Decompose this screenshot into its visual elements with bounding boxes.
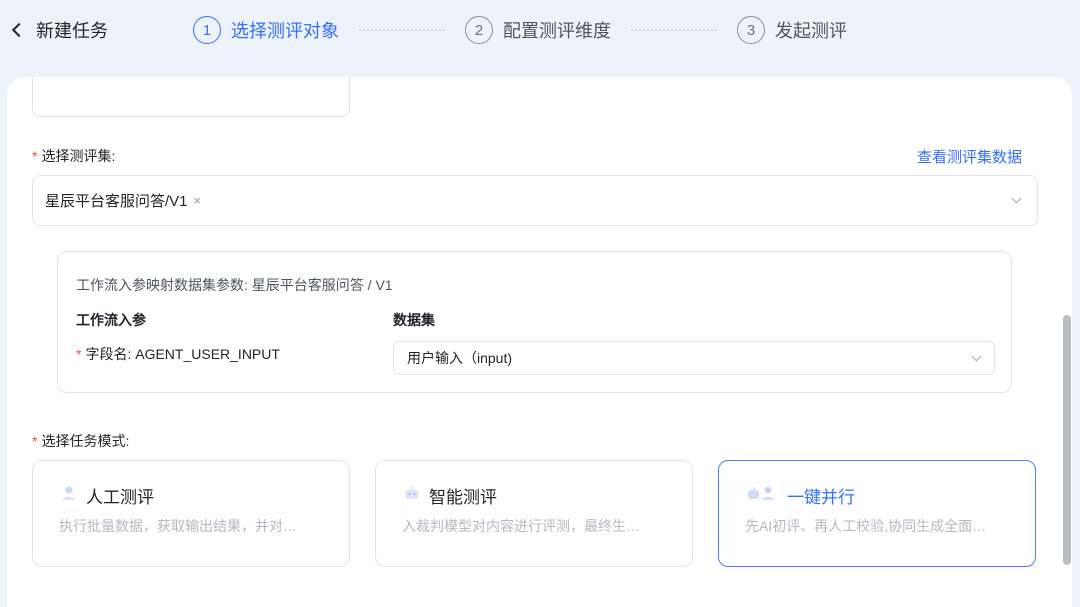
robot-user-icon <box>748 486 774 500</box>
user-icon <box>62 486 76 500</box>
eval-set-label-text: 选择测评集: <box>41 148 116 164</box>
column-header-dataset: 数据集 <box>393 312 435 328</box>
step-2[interactable]: 2 配置测评维度 <box>465 16 611 44</box>
mode-description: 入裁判模型对内容进行评测，最终生… <box>402 518 640 534</box>
step-label: 配置测评维度 <box>503 21 611 41</box>
step-number: 3 <box>737 16 765 44</box>
step-divider <box>359 29 445 31</box>
field-name: * 字段名: AGENT_USER_INPUT <box>76 344 280 364</box>
mode-card-ai[interactable]: 智能测评 入裁判模型对内容进行评测，最终生… <box>375 460 693 567</box>
selected-tag: 星辰平台客服问答/V1 × <box>45 190 201 211</box>
close-icon[interactable]: × <box>194 193 202 208</box>
form-card: * 选择测评集: 查看测评集数据 星辰平台客服问答/V1 × 工作流入参映射数据集… <box>7 77 1072 607</box>
robot-icon <box>405 486 419 499</box>
column-header-input: 工作流入参 <box>76 312 146 328</box>
eval-set-select[interactable]: 星辰平台客服问答/V1 × <box>32 175 1038 226</box>
step-number: 2 <box>465 16 493 44</box>
required-mark: * <box>32 433 38 449</box>
stepper: 1 选择测评对象 2 配置测评维度 3 发起测评 <box>193 16 847 44</box>
scrollbar[interactable] <box>1063 315 1071 565</box>
step-label: 选择测评对象 <box>231 21 339 41</box>
step-3[interactable]: 3 发起测评 <box>737 16 847 44</box>
dataset-field-select[interactable]: 用户输入（input) <box>393 341 995 375</box>
selected-tag-label: 星辰平台客服问答/V1 <box>45 193 188 210</box>
eval-set-label: * 选择测评集: <box>32 146 115 166</box>
chevron-down-icon <box>1011 193 1022 204</box>
mode-name: 智能测评 <box>429 488 497 507</box>
mode-description: 执行批量数据，获取输出结果，并对… <box>59 518 297 534</box>
step-number: 1 <box>193 16 221 44</box>
chevron-left-icon <box>11 22 27 38</box>
top-bar: 新建任务 1 选择测评对象 2 配置测评维度 3 发起测评 <box>0 0 1080 64</box>
mode-card-manual[interactable]: 人工测评 执行批量数据，获取输出结果，并对… <box>32 460 350 567</box>
page-title: 新建任务 <box>36 21 108 41</box>
chevron-down-icon <box>971 351 982 362</box>
param-mapping-panel: 工作流入参映射数据集参数: 星辰平台客服问答 / V1 工作流入参 数据集 * 字… <box>57 251 1012 393</box>
step-label: 发起测评 <box>775 21 847 41</box>
view-eval-set-link[interactable]: 查看测评集数据 <box>917 146 1022 167</box>
mode-card-parallel[interactable]: 一键并行 先AI初评、再人工校验,协同生成全面… <box>718 460 1036 567</box>
mode-description: 先AI初评、再人工校验,协同生成全面… <box>745 518 987 534</box>
field-name-text: 字段名: AGENT_USER_INPUT <box>85 346 280 362</box>
step-divider <box>631 29 717 31</box>
task-mode-label-text: 选择任务模式: <box>41 433 130 449</box>
task-mode-label: * 选择任务模式: <box>32 431 129 451</box>
mode-name: 一键并行 <box>787 488 855 507</box>
step-1[interactable]: 1 选择测评对象 <box>193 16 339 44</box>
dataset-select-value: 用户输入（input) <box>407 350 513 366</box>
mode-name: 人工测评 <box>86 488 154 507</box>
mapping-title: 工作流入参映射数据集参数: 星辰平台客服问答 / V1 <box>76 277 393 293</box>
back-button[interactable]: 新建任务 <box>10 17 108 43</box>
required-mark: * <box>76 346 82 362</box>
required-mark: * <box>32 148 38 164</box>
previous-field-input[interactable] <box>32 77 350 117</box>
